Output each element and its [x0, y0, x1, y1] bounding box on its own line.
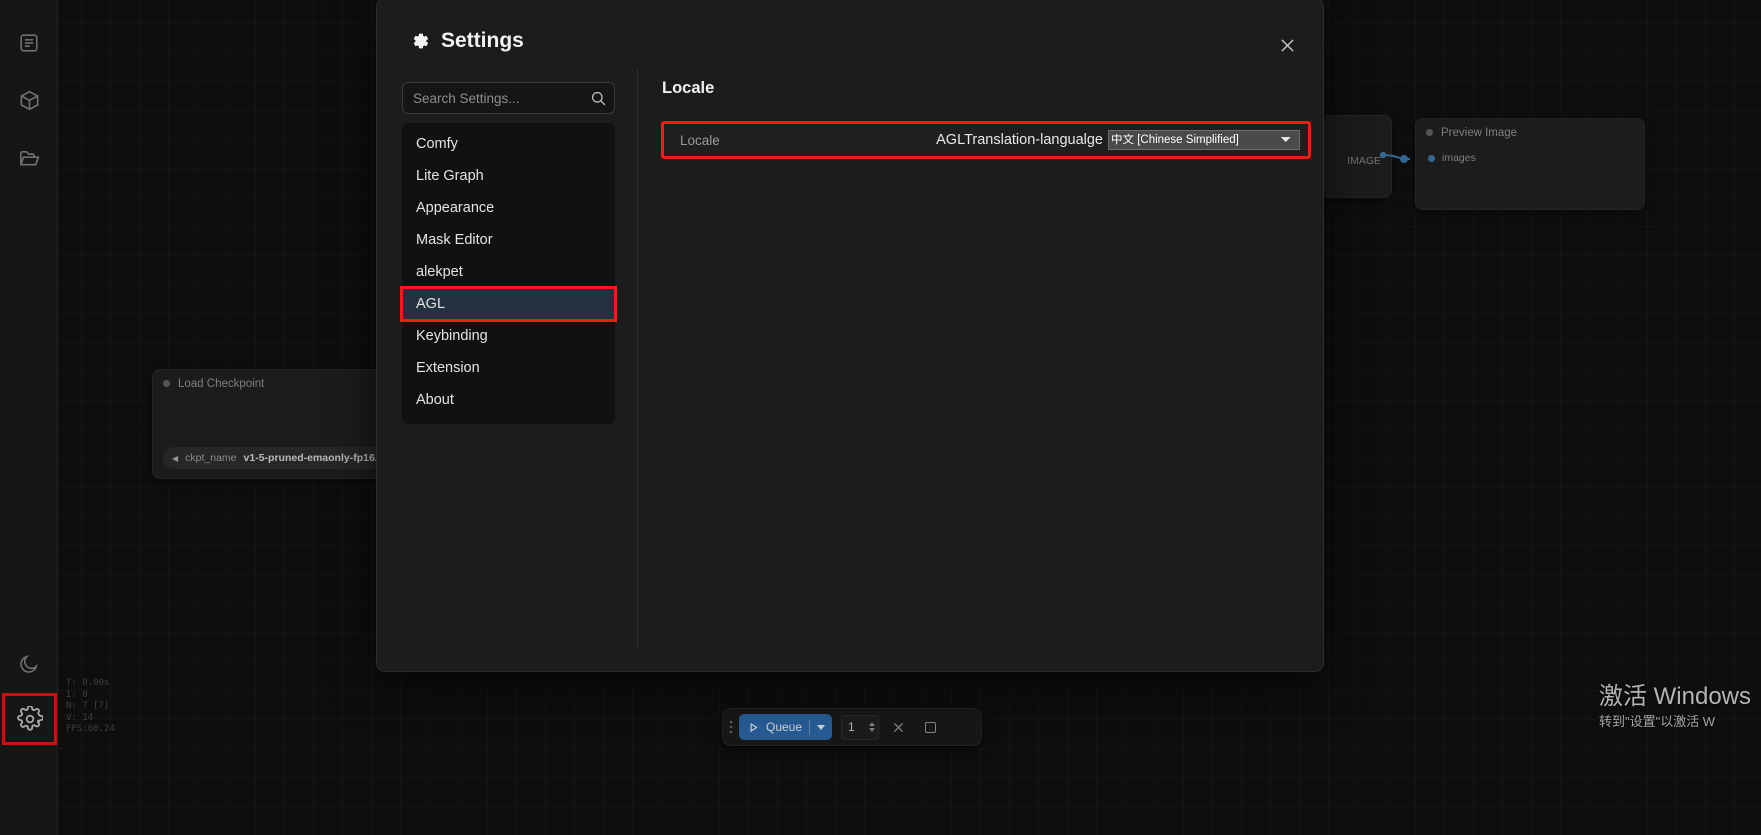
- sidebar-item-keybinding[interactable]: Keybinding: [402, 320, 615, 352]
- sidebar-item-label: Extension: [416, 360, 480, 376]
- sidebar-item-label: Comfy: [416, 136, 458, 152]
- setting-label: Locale: [680, 132, 720, 148]
- vertical-divider: [637, 69, 638, 649]
- dialog-header: Settings: [377, 0, 1323, 91]
- search-icon[interactable]: [590, 90, 607, 107]
- sidebar-item-lite-graph[interactable]: Lite Graph: [402, 160, 615, 192]
- sidebar-item-label: AGL: [416, 296, 446, 312]
- settings-dialog: Settings Comfy Lite Graph Appearance Mas…: [376, 0, 1324, 672]
- sidebar-item-label: Lite Graph: [416, 168, 484, 184]
- sidebar-item-extension[interactable]: Extension: [402, 352, 615, 384]
- gear-icon: [413, 33, 429, 49]
- sidebar-item-label: Mask Editor: [416, 232, 493, 248]
- settings-panel: Locale: [662, 79, 1301, 98]
- sidebar-item-alekpet[interactable]: alekpet: [402, 256, 615, 288]
- search-input[interactable]: [413, 90, 590, 106]
- panel-heading: Locale: [662, 79, 715, 97]
- sidebar-item-mask-editor[interactable]: Mask Editor: [402, 224, 615, 256]
- settings-category-list: Comfy Lite Graph Appearance Mask Editor …: [400, 123, 617, 424]
- dialog-title-text: Settings: [441, 29, 524, 52]
- sidebar-item-label: alekpet: [416, 264, 463, 280]
- locale-select[interactable]: 中文 [Chinese Simplified]English日本語 [Japan…: [1108, 130, 1300, 150]
- sidebar-item-label: Keybinding: [416, 328, 488, 344]
- dialog-title: Settings: [410, 29, 524, 53]
- sidebar-item-agl[interactable]: AGL: [400, 286, 617, 322]
- search-settings-box[interactable]: [402, 82, 615, 114]
- setting-control-label: AGLTranslation-langualge: [936, 132, 1103, 148]
- sidebar-item-label: About: [416, 392, 454, 408]
- sidebar-item-appearance[interactable]: Appearance: [402, 192, 615, 224]
- sidebar-item-comfy[interactable]: Comfy: [402, 128, 615, 160]
- close-button[interactable]: [1274, 32, 1301, 59]
- close-icon: [1281, 39, 1294, 52]
- setting-row-locale: Locale AGLTranslation-langualge 中文 [Chin…: [661, 121, 1311, 159]
- sidebar-item-label: Appearance: [416, 200, 495, 216]
- sidebar-item-about[interactable]: About: [402, 384, 615, 416]
